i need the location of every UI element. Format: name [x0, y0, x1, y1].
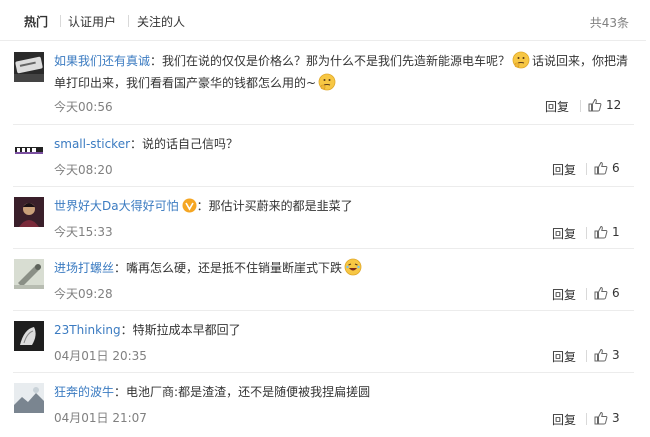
thumbs-up-icon — [588, 98, 602, 112]
avatar[interactable] — [14, 383, 44, 413]
comment-body: 23Thinking：特斯拉成本早都回了 — [54, 319, 634, 341]
action-divider — [586, 350, 587, 362]
laughing-emoji-icon — [344, 258, 362, 276]
reply-button[interactable]: 回复 — [552, 225, 576, 242]
comment-timestamp: 今天09:28 — [54, 287, 113, 301]
like-button[interactable]: 6 — [594, 286, 620, 300]
colon-separator: ： — [120, 323, 133, 337]
thumbs-up-icon — [594, 286, 608, 300]
like-count: 12 — [606, 98, 622, 112]
action-divider — [586, 413, 587, 425]
comment-item: 世界好大Da大得好可怕 ：那估计买蔚来的都是韭菜了 今天15:33 回复 1 — [0, 187, 646, 249]
comment-text: 嘴再怎么硬，还是抵不住销量断崖式下跌 — [126, 261, 343, 275]
comment-text: 说的话自己信吗？ — [142, 137, 239, 151]
comment-total-count: 共43条 — [589, 16, 629, 30]
comment-username[interactable]: 狂奔的波牛 — [54, 385, 114, 399]
avatar[interactable] — [14, 321, 44, 351]
avatar[interactable] — [14, 259, 44, 289]
comment-filter-tabs: 热门 认证用户 关注的人 共43条 — [0, 0, 646, 41]
comment-item: 23Thinking：特斯拉成本早都回了 04月01日 20:35 回复 3 — [0, 311, 646, 373]
tab-verified-users[interactable]: 认证用户 — [68, 13, 116, 30]
like-count: 3 — [612, 411, 620, 425]
like-count: 3 — [612, 348, 620, 362]
avatar[interactable] — [14, 135, 44, 165]
action-divider — [586, 163, 587, 175]
comment-timestamp: 今天15:33 — [54, 225, 113, 239]
comment-username[interactable]: 世界好大Da大得好可怕 — [54, 199, 179, 213]
comment-body: 狂奔的波牛：电池厂商:都是渣渣，还不是随便被我捏扁搓圆 — [54, 381, 634, 403]
comment-text: 特斯拉成本早都回了 — [132, 323, 241, 337]
comment-timestamp: 今天00:56 — [54, 100, 113, 114]
reply-button[interactable]: 回复 — [552, 411, 576, 428]
comment-timestamp: 04月01日 21:07 — [54, 411, 147, 425]
thinking-emoji-icon — [318, 73, 336, 91]
comment-username[interactable]: 23Thinking — [54, 323, 121, 337]
colon-separator: ： — [130, 137, 143, 151]
action-divider — [580, 100, 581, 112]
like-button[interactable]: 3 — [594, 411, 620, 425]
colon-separator: ： — [196, 199, 209, 213]
colon-separator: ： — [114, 261, 127, 275]
verified-badge-icon — [182, 198, 197, 213]
tab-divider — [60, 15, 61, 27]
like-button[interactable]: 12 — [588, 98, 621, 112]
comment-username[interactable]: 如果我们还有真诚 — [54, 54, 150, 68]
reply-button[interactable]: 回复 — [552, 161, 576, 178]
like-button[interactable]: 6 — [594, 161, 620, 175]
comment-item: 狂奔的波牛：电池厂商:都是渣渣，还不是随便被我捏扁搓圆 04月01日 21:07… — [0, 373, 646, 437]
comment-body: small-sticker：说的话自己信吗？ — [54, 133, 634, 155]
like-count: 1 — [612, 225, 620, 239]
comment-body: 进场打螺丝：嘴再怎么硬，还是抵不住销量断崖式下跌 — [54, 257, 634, 279]
like-count: 6 — [612, 286, 620, 300]
comment-item: 进场打螺丝：嘴再怎么硬，还是抵不住销量断崖式下跌 今天09:28 回复 6 — [0, 249, 646, 311]
colon-separator: ： — [114, 385, 127, 399]
comment-username[interactable]: small-sticker — [54, 137, 130, 151]
comment-timestamp: 今天08:20 — [54, 163, 113, 177]
thumbs-up-icon — [594, 348, 608, 362]
tab-following[interactable]: 关注的人 — [137, 13, 185, 30]
avatar[interactable] — [14, 52, 44, 82]
thinking-emoji-icon — [512, 51, 530, 69]
action-divider — [586, 227, 587, 239]
thumbs-up-icon — [594, 411, 608, 425]
comments-panel: 热门 认证用户 关注的人 共43条 如果我们还有真诚：我们在说的仅仅是价格么？那… — [0, 0, 646, 437]
comment-timestamp: 04月01日 20:35 — [54, 349, 147, 363]
action-divider — [586, 288, 587, 300]
like-count: 6 — [612, 161, 620, 175]
comment-item: small-sticker：说的话自己信吗？ 今天08:20 回复 6 — [0, 125, 646, 187]
comment-body: 如果我们还有真诚：我们在说的仅仅是价格么？那为什么不是我们先造新能源电车呢？ 话说… — [54, 50, 634, 94]
tab-hot[interactable]: 热门 — [24, 13, 48, 30]
thumbs-up-icon — [594, 225, 608, 239]
reply-button[interactable]: 回复 — [545, 98, 569, 115]
reply-button[interactable]: 回复 — [552, 348, 576, 365]
comment-body: 世界好大Da大得好可怕 ：那估计买蔚来的都是韭菜了 — [54, 195, 634, 217]
comment-text: 那估计买蔚来的都是韭菜了 — [208, 199, 353, 213]
like-button[interactable]: 1 — [594, 225, 620, 239]
reply-button[interactable]: 回复 — [552, 286, 576, 303]
like-button[interactable]: 3 — [594, 348, 620, 362]
tab-divider — [128, 15, 129, 27]
thumbs-up-icon — [594, 161, 608, 175]
comment-item: 如果我们还有真诚：我们在说的仅仅是价格么？那为什么不是我们先造新能源电车呢？ 话说… — [0, 40, 646, 125]
comment-text: 我们在说的仅仅是价格么？那为什么不是我们先造新能源电车呢？ — [162, 54, 511, 68]
comment-text: 电池厂商:都是渣渣，还不是随便被我捏扁搓圆 — [126, 385, 371, 399]
colon-separator: ： — [150, 54, 163, 68]
comment-username[interactable]: 进场打螺丝 — [54, 261, 114, 275]
avatar[interactable] — [14, 197, 44, 227]
